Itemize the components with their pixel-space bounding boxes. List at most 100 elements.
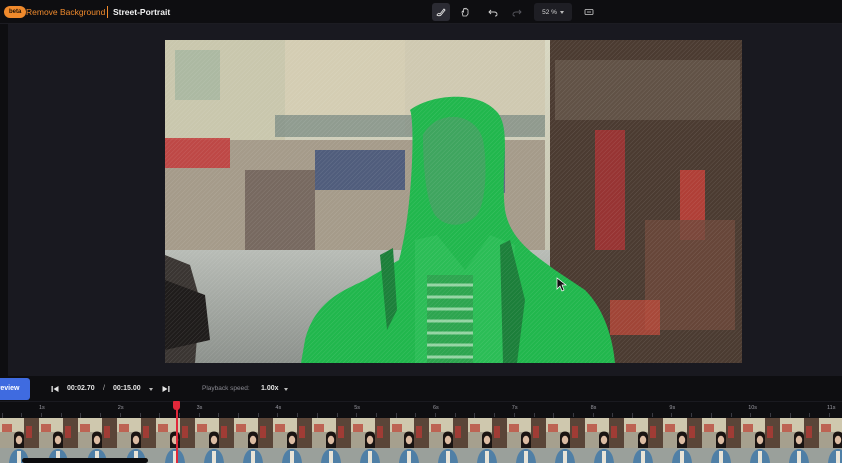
brush-icon xyxy=(436,8,446,17)
ruler-tick xyxy=(691,413,693,417)
time-separator: / xyxy=(103,385,105,392)
skip-to-end-icon[interactable] xyxy=(161,384,171,394)
filmstrip-frame xyxy=(507,418,546,463)
filmstrip-frame xyxy=(273,418,312,463)
ruler-tick xyxy=(415,413,417,417)
ruler-tick xyxy=(730,413,732,417)
ruler-tick xyxy=(651,413,653,417)
ruler-tick xyxy=(139,413,141,417)
ruler-tick xyxy=(375,413,377,417)
timeline-scrollbar[interactable] xyxy=(22,458,148,463)
playback-speed-dropdown[interactable]: 1.00x xyxy=(261,384,279,394)
beta-badge: beta xyxy=(4,6,27,18)
undo-button[interactable] xyxy=(484,3,502,21)
ruler-tick xyxy=(612,413,614,417)
ruler-tick xyxy=(21,413,23,417)
ruler-tick xyxy=(297,413,299,417)
ruler-tick-label: 3s xyxy=(196,405,203,411)
ruler-tick xyxy=(60,413,62,417)
ruler-tick xyxy=(356,413,358,417)
filmstrip-frame xyxy=(663,418,702,463)
ruler-tick xyxy=(435,413,436,417)
filmstrip-frame xyxy=(117,418,156,463)
ruler-tick xyxy=(533,413,535,417)
ruler-tick-label: 8s xyxy=(590,405,597,411)
zoom-dropdown[interactable]: 52 % xyxy=(534,3,572,21)
playhead-line[interactable] xyxy=(176,409,178,463)
ruler-tick xyxy=(119,413,121,417)
zoom-value: 52 % xyxy=(542,8,557,16)
undo-icon xyxy=(488,9,498,17)
ruler-tick-label: 11s xyxy=(827,405,836,411)
top-bar: beta Remove Background Street-Portrait 5… xyxy=(0,0,842,24)
ruler-tick xyxy=(829,413,830,417)
ruler-tick xyxy=(809,413,811,417)
ruler-tick xyxy=(277,413,279,417)
timeline-ruler[interactable] xyxy=(0,401,842,418)
brush-tool-button[interactable] xyxy=(432,3,450,21)
filmstrip-frame xyxy=(429,418,468,463)
chevron-down-icon xyxy=(559,10,564,14)
filmstrip-frame xyxy=(78,418,117,463)
filmstrip-frame xyxy=(585,418,624,463)
preview-button[interactable]: Preview xyxy=(0,378,30,400)
ruler-tick xyxy=(454,413,456,417)
ruler-tick-label: 1s xyxy=(39,405,45,411)
ruler-tick xyxy=(513,413,515,417)
chevron-down-icon[interactable] xyxy=(284,388,288,391)
filmstrip-frame xyxy=(780,418,819,463)
ruler-tick xyxy=(671,413,673,417)
redo-button[interactable] xyxy=(508,3,526,21)
filmstrip-frame xyxy=(702,418,741,463)
ruler-tick-label: 4s xyxy=(275,405,282,411)
skip-to-start-icon[interactable] xyxy=(50,384,60,394)
tool-title[interactable]: Remove Background xyxy=(26,6,105,18)
hand-icon xyxy=(461,7,469,17)
ruler-tick xyxy=(257,413,259,417)
ruler-tick xyxy=(769,413,771,417)
ruler-tick-label: 6s xyxy=(433,405,439,411)
video-preview-canvas[interactable] xyxy=(165,40,742,363)
filmstrip-frame xyxy=(819,418,842,463)
filmstrip-frame xyxy=(390,418,429,463)
compare-icon xyxy=(584,9,594,15)
ruler-tick-label: 2s xyxy=(117,405,124,411)
editor-app: beta Remove Background Street-Portrait 5… xyxy=(0,0,842,463)
filmstrip-frame xyxy=(195,418,234,463)
ruler-tick xyxy=(592,413,594,417)
filmstrip-frame xyxy=(624,418,663,463)
ruler-tick xyxy=(494,413,496,417)
ruler-tick-label: 9s xyxy=(669,405,676,411)
ruler-tick xyxy=(218,413,220,417)
ruler-tick xyxy=(178,413,180,417)
timeline-filmstrip[interactable] xyxy=(0,418,842,463)
redo-icon xyxy=(512,9,522,17)
filmstrip-frame xyxy=(468,418,507,463)
ruler-tick-label: 7s xyxy=(511,405,518,411)
ruler-tick xyxy=(750,413,752,417)
filmstrip-frame xyxy=(312,418,351,463)
left-panel-edge xyxy=(0,24,8,376)
ruler-tick xyxy=(41,413,42,417)
total-duration[interactable]: 00:15.00 xyxy=(113,384,141,394)
filmstrip-frame xyxy=(39,418,78,463)
ruler-tick xyxy=(100,413,102,417)
filmstrip-frame xyxy=(234,418,273,463)
ruler-tick xyxy=(198,413,200,417)
filmstrip-frame xyxy=(546,418,585,463)
filmstrip-frame xyxy=(741,418,780,463)
title-divider xyxy=(107,6,108,18)
compare-toggle-button[interactable] xyxy=(580,3,598,21)
filmstrip-frame xyxy=(351,418,390,463)
ruler-tick-label: 5s xyxy=(354,405,360,411)
ruler-tick xyxy=(572,413,574,417)
street-portrait-frame xyxy=(165,40,742,363)
filmstrip-frame xyxy=(0,418,39,463)
pan-tool-button[interactable] xyxy=(456,3,474,21)
playback-speed-label: Playback speed: xyxy=(202,385,250,392)
ruler-tick-label: 10s xyxy=(748,405,758,411)
current-time: 00:02.70 xyxy=(67,385,95,392)
ruler-tick xyxy=(336,413,338,417)
project-name[interactable]: Street-Portrait xyxy=(113,6,170,18)
chevron-down-icon[interactable] xyxy=(149,388,153,391)
